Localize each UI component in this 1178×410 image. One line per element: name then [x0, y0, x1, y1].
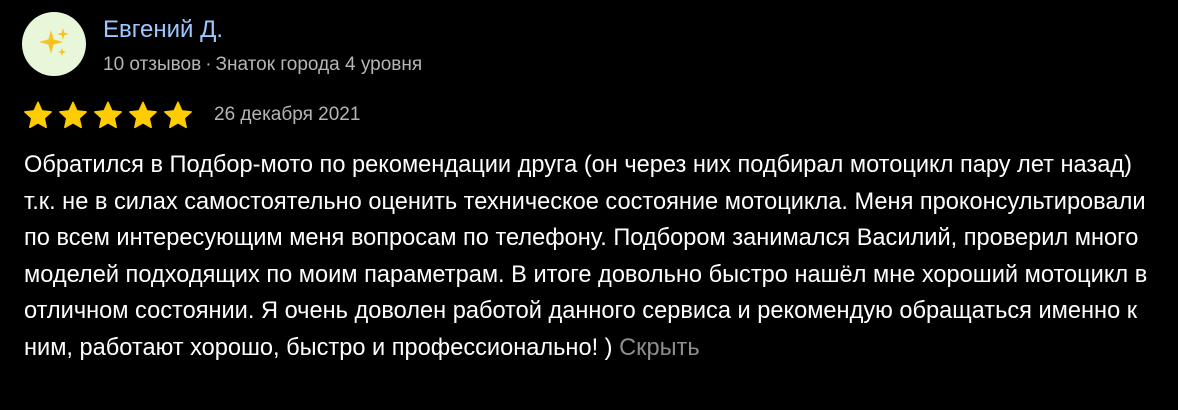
review-text: Обратился в Подбор-мото по рекомендации … [24, 147, 1154, 367]
star-icon [127, 100, 159, 132]
star-icon [57, 100, 89, 132]
sparkles-icon [36, 26, 72, 62]
author-meta: 10 отзывов · Знаток города 4 уровня [103, 52, 422, 78]
meta-separator: · [205, 54, 212, 75]
expert-level: Знаток города 4 уровня [215, 54, 423, 75]
avatar[interactable] [22, 12, 86, 76]
star-icon [92, 100, 124, 132]
rating-stars [22, 100, 194, 132]
star-icon [22, 100, 54, 132]
reviews-count[interactable]: 10 отзывов [103, 54, 201, 75]
star-icon [162, 100, 194, 132]
review-body: Обратился в Подбор-мото по рекомендации … [24, 152, 1148, 361]
review-date: 26 декабря 2021 [214, 104, 361, 125]
review-card: Евгений Д. 10 отзывов · Знаток города 4 ур… [0, 0, 1178, 410]
author-name[interactable]: Евгений Д. [103, 14, 223, 46]
hide-link[interactable]: Скрыть [619, 335, 700, 361]
